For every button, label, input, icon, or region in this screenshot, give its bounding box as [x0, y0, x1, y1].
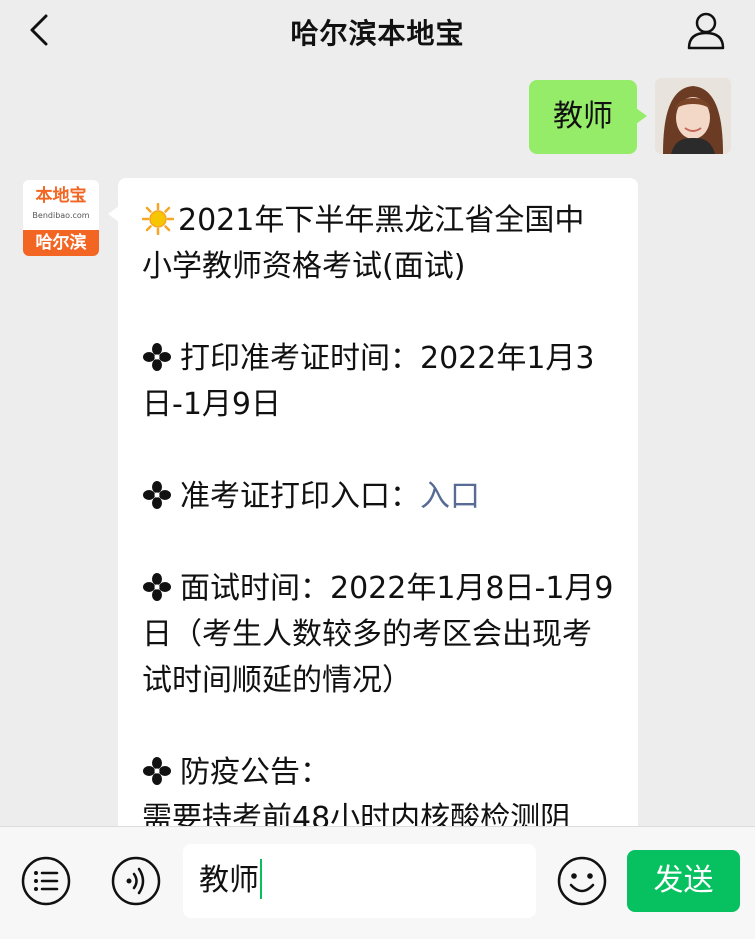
- chat-area[interactable]: 教师 本地宝 Bendibao.com 哈尔滨 2021年下半年黑龙江省全国中小…: [0, 64, 755, 826]
- menu-button[interactable]: [20, 855, 72, 907]
- header-bar: 哈尔滨本地宝: [0, 0, 755, 64]
- flower-icon: [143, 573, 171, 601]
- interview-item: 面试时间：2022年1月8日-1月9日（考生人数较多的考区会出现考试时间顺延的情…: [142, 566, 614, 704]
- logo-top-text: 本地宝: [35, 186, 87, 206]
- print-time-item: 打印准考证时间：2022年1月3日-1月9日: [142, 336, 614, 428]
- interview-label: 面试时间：: [180, 571, 330, 606]
- entry-link[interactable]: 入口: [420, 479, 480, 514]
- logo-city-text: 哈尔滨: [35, 233, 87, 253]
- flower-icon: [143, 757, 171, 785]
- emoji-icon: [557, 856, 607, 906]
- notice-label: 防疫公告：: [180, 755, 330, 790]
- exam-title: 2021年下半年黑龙江省全国中小学教师资格考试(面试): [142, 198, 614, 290]
- entry-label: 准考证打印入口：: [180, 479, 420, 514]
- message-input[interactable]: 教师: [183, 844, 536, 918]
- print-time-label: 打印准考证时间：: [180, 341, 420, 376]
- outgoing-message[interactable]: 教师: [529, 80, 647, 154]
- message-input-value: 教师: [199, 863, 259, 898]
- text-caret: [260, 859, 262, 899]
- outgoing-message-text: 教师: [553, 99, 613, 134]
- user-avatar[interactable]: [655, 78, 731, 154]
- flower-icon: [143, 343, 171, 371]
- user-icon: [687, 12, 725, 50]
- emoji-button[interactable]: [556, 855, 608, 907]
- voice-icon: [111, 856, 161, 906]
- exam-title-text: 2021年下半年黑龙江省全国中小学教师资格考试(面试): [142, 203, 585, 284]
- page-title: 哈尔滨本地宝: [290, 17, 465, 50]
- list-icon: [21, 856, 71, 906]
- send-button[interactable]: 发送: [627, 850, 740, 912]
- input-bar: 教师 发送: [0, 826, 755, 939]
- voice-button[interactable]: [110, 855, 162, 907]
- incoming-message[interactable]: 2021年下半年黑龙江省全国中小学教师资格考试(面试) 打印准考证时间：2022…: [108, 178, 638, 826]
- notice-item: 防疫公告： 需要持考前48小时内核酸检测阴: [142, 750, 614, 826]
- profile-button[interactable]: [683, 8, 729, 54]
- logo-site-text: Bendibao.com: [32, 211, 90, 220]
- sender-avatar[interactable]: 本地宝 Bendibao.com 哈尔滨: [23, 180, 99, 256]
- user-avatar-image: [655, 78, 731, 154]
- flower-icon: [143, 481, 171, 509]
- sun-icon: [142, 203, 174, 235]
- notice-text: 需要持考前48小时内核酸检测阴: [142, 801, 571, 826]
- entry-item: 准考证打印入口：入口: [142, 474, 614, 520]
